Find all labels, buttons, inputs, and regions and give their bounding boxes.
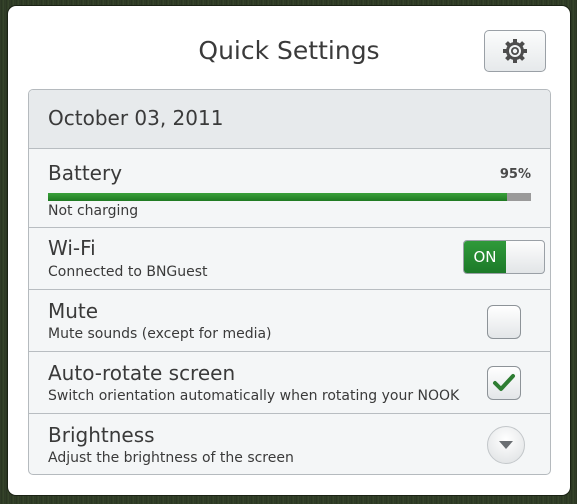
battery-status: Not charging <box>48 203 139 219</box>
battery-label: Battery <box>48 161 123 185</box>
brightness-label: Brightness <box>48 423 155 447</box>
battery-level-bar <box>48 193 531 201</box>
date-label: October 03, 2011 <box>48 106 224 130</box>
mute-description: Mute sounds (except for media) <box>48 326 272 342</box>
wifi-toggle[interactable]: ON <box>463 240 545 274</box>
brightness-description: Adjust the brightness of the screen <box>48 450 294 466</box>
wifi-status: Connected to BNGuest <box>48 264 208 280</box>
checkmark-icon <box>493 374 515 391</box>
quick-settings-dialog: Quick Settings October 03, 2011 Battery … <box>8 6 570 495</box>
wifi-label: Wi-Fi <box>48 236 96 260</box>
gear-icon <box>503 39 527 63</box>
auto-rotate-row[interactable]: Auto-rotate screen Switch orientation au… <box>29 352 550 414</box>
auto-rotate-description: Switch orientation automatically when ro… <box>48 388 460 404</box>
battery-level-fill <box>48 193 507 201</box>
battery-percent: 95% <box>499 167 531 182</box>
settings-button[interactable] <box>484 30 546 72</box>
wifi-row[interactable]: Wi-Fi Connected to BNGuest ON <box>29 228 550 290</box>
auto-rotate-label: Auto-rotate screen <box>48 361 236 385</box>
mute-row[interactable]: Mute Mute sounds (except for media) <box>29 290 550 352</box>
settings-list: October 03, 2011 Battery 95% Not chargin… <box>28 89 551 475</box>
brightness-expand-button[interactable] <box>487 426 525 464</box>
chevron-down-icon <box>499 441 513 449</box>
mute-label: Mute <box>48 299 99 323</box>
wifi-toggle-on-label: ON <box>464 241 506 273</box>
mute-checkbox[interactable] <box>487 305 521 339</box>
battery-row: Battery 95% Not charging <box>29 149 550 228</box>
brightness-row[interactable]: Brightness Adjust the brightness of the … <box>29 414 550 474</box>
date-row: October 03, 2011 <box>29 90 550 149</box>
auto-rotate-checkbox[interactable] <box>487 366 521 400</box>
